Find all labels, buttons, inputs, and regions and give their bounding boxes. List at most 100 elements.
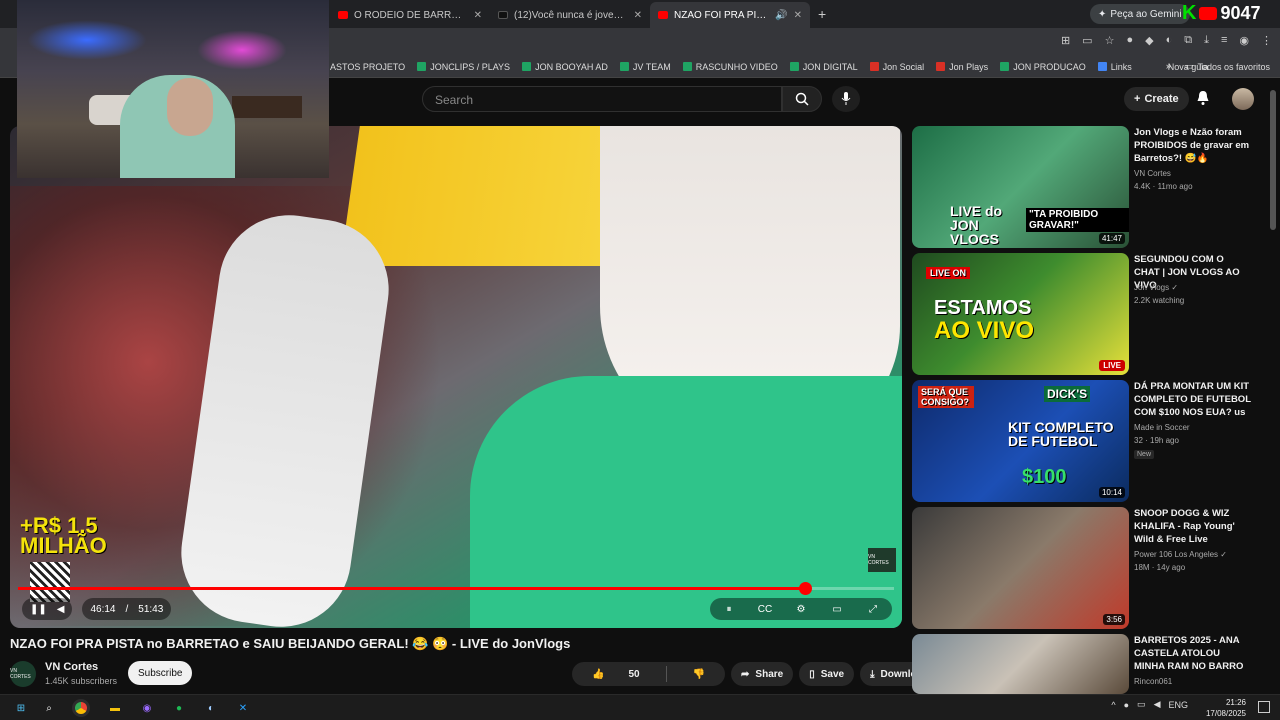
app-icon[interactable]: ◉	[138, 699, 156, 717]
video-thumbnail[interactable]: 3:56	[912, 507, 1129, 629]
recommendation-channel[interactable]: Jon Vlogs ✓	[1134, 283, 1178, 292]
translate-icon[interactable]: ⊞	[1061, 34, 1070, 47]
bookmark-item[interactable]: Jon Plays	[936, 62, 988, 72]
recommendation-channel[interactable]: Power 106 Los Angeles ✓	[1134, 550, 1227, 559]
settings-gear-icon[interactable]: ⚙	[790, 599, 812, 619]
bookmark-item[interactable]: Jon Social	[869, 62, 924, 72]
tab-rodeio[interactable]: O RODEIO DE BARRETOS COM ✕	[330, 2, 490, 28]
volume-icon[interactable]: ◀	[57, 604, 65, 615]
search-button[interactable]	[782, 86, 822, 112]
video-thumbnail[interactable]: LIVE ON ESTAMOS AO VIVO LIVE	[912, 253, 1129, 375]
channel-watermark[interactable]: VN CORTES	[868, 548, 896, 572]
download-icon[interactable]: ⤓	[1204, 34, 1209, 47]
new-tab-button[interactable]: +	[818, 6, 826, 22]
steam-icon[interactable]: ◐	[202, 699, 220, 717]
recommendation-title[interactable]: Jon Vlogs e Nzão foram PROIBIDOS de grav…	[1134, 126, 1252, 165]
recommendation-channel[interactable]: Made in Soccer	[1134, 423, 1190, 432]
bookmark-item[interactable]: JON BOOYAH AD	[522, 62, 608, 72]
profile-icon[interactable]: ◉	[1239, 34, 1249, 47]
video-player[interactable]: +R$ 1.5 MILHÃO VN CORTES ❚❚ ◀ 46:14 / 51…	[10, 126, 902, 628]
close-tab-icon[interactable]: ✕	[634, 10, 642, 21]
app-icon[interactable]: ✕	[234, 699, 252, 717]
close-tab-icon[interactable]: ✕	[474, 10, 482, 21]
recommendation-channel[interactable]: Rincon061	[1134, 677, 1172, 686]
recommendation-meta: 4.4K · 11mo ago	[1134, 182, 1193, 191]
bookmarks-more-button[interactable]: »	[1166, 61, 1171, 72]
recommendation-channel[interactable]: VN Cortes	[1134, 169, 1171, 178]
video-thumbnail[interactable]: LIVE do JON VLOGS "TA PROIBIDO GRAVAR!" …	[912, 126, 1129, 248]
tab-search-icon[interactable]: ≡	[1221, 34, 1227, 47]
bookmark-item[interactable]: JON PRODUCAO	[1000, 62, 1086, 72]
bookmark-item[interactable]: JON DIGITAL	[789, 62, 858, 72]
mic-icon[interactable]: ●	[1124, 700, 1129, 710]
extension-icon[interactable]: ●	[1126, 34, 1133, 47]
network-icon[interactable]: ▭	[1137, 699, 1146, 710]
menu-icon[interactable]: ⋮	[1261, 34, 1272, 47]
pause-icon[interactable]: ❚❚	[30, 604, 47, 615]
webcam-scene	[27, 20, 147, 60]
recommendation-item[interactable]: LIVE do JON VLOGS "TA PROIBIDO GRAVAR!" …	[912, 126, 1262, 248]
recommendation-title[interactable]: BARRETOS 2025 - ANA CASTELA ATOLOU MINHA…	[1134, 634, 1252, 673]
bookmark-item[interactable]: ASTOS PROJETO	[330, 62, 405, 72]
autoplay-toggle-icon[interactable]: ⏸	[718, 599, 740, 619]
account-avatar[interactable]	[1232, 88, 1254, 110]
file-explorer-icon[interactable]: ▬	[106, 699, 124, 717]
windows-start-icon[interactable]: ⊞	[12, 699, 30, 717]
voice-search-button[interactable]	[832, 86, 860, 112]
clock[interactable]: 21:26 17/08/2025	[1206, 697, 1246, 719]
bookmark-item[interactable]: JV TEAM	[619, 62, 671, 72]
recommendation-item[interactable]: 3:56 SNOOP DOGG & WIZ KHALIFA - Rap Youn…	[912, 507, 1262, 629]
recommendation-item[interactable]: BARRETOS 2025 - ANA CASTELA ATOLOU MINHA…	[912, 634, 1262, 694]
notifications-button[interactable]	[1196, 90, 1210, 111]
channel-name[interactable]: VN Cortes	[45, 661, 98, 673]
chrome-icon[interactable]	[72, 699, 90, 717]
bookmark-label: JONCLIPS / PLAYS	[430, 61, 511, 72]
search-icon[interactable]: ⌕	[40, 699, 58, 717]
recommendation-item[interactable]: SERÁ QUE CONSIGO? DICK'S KIT COMPLETO DE…	[912, 380, 1262, 502]
tab-nzao[interactable]: NZAO FOI PRA PISTA NO BA 🔊 ✕	[650, 2, 810, 28]
save-button[interactable]: ▯ Save	[799, 662, 855, 686]
video-thumbnail[interactable]	[912, 634, 1129, 694]
recommendation-title[interactable]: DÁ PRA MONTAR UM KIT COMPLETO DE FUTEBOL…	[1134, 380, 1252, 419]
notification-center-icon[interactable]	[1258, 701, 1270, 713]
scrubber-handle[interactable]	[799, 582, 812, 595]
cast-icon[interactable]: ▭	[1082, 34, 1092, 47]
bookmark-item[interactable]: JONCLIPS / PLAYS	[417, 62, 510, 72]
qr-code-image	[30, 562, 70, 602]
bookmark-star-icon[interactable]: ☆	[1105, 34, 1115, 47]
share-label: Share	[755, 668, 784, 680]
channel-avatar[interactable]: VN CORTES	[10, 661, 36, 687]
captions-icon[interactable]: CC	[754, 599, 776, 619]
bookmark-item[interactable]: RASCUNHO VIDEO	[682, 62, 778, 72]
video-thumbnail[interactable]: SERÁ QUE CONSIGO? DICK'S KIT COMPLETO DE…	[912, 380, 1129, 502]
like-button[interactable]: 👍 50	[572, 662, 660, 686]
extension-icon[interactable]: ◐	[1166, 34, 1173, 47]
chevron-up-icon[interactable]: ^	[1111, 700, 1115, 710]
fullscreen-icon[interactable]: ⤢	[862, 599, 884, 619]
speaker-icon[interactable]: ◀	[1154, 699, 1161, 710]
gemini-button[interactable]: ✦ Peça ao Gemini	[1090, 4, 1190, 24]
create-button[interactable]: + Create	[1124, 87, 1189, 111]
sheets-icon	[789, 62, 799, 71]
bookmark-item[interactable]: Links	[1097, 62, 1132, 72]
recommendation-item[interactable]: LIVE ON ESTAMOS AO VIVO LIVE SEGUNDOU CO…	[912, 253, 1262, 375]
progress-bar[interactable]	[18, 582, 894, 595]
dislike-button[interactable]: 👎	[673, 662, 725, 686]
theater-mode-icon[interactable]: ▭	[826, 599, 848, 619]
share-button[interactable]: ➦ Share	[731, 662, 794, 686]
page-scrollbar[interactable]	[1270, 90, 1276, 230]
bookmark-icon: ▯	[809, 668, 815, 680]
all-favorites-folder[interactable]: ▭ Todos os favoritos	[1185, 61, 1270, 72]
webcam-scene	[232, 96, 302, 118]
recommendation-title[interactable]: SNOOP DOGG & WIZ KHALIFA - Rap Young' Wi…	[1134, 507, 1252, 546]
thumbnail-caption: ESTAMOS	[934, 297, 1032, 319]
close-tab-icon[interactable]: ✕	[794, 10, 802, 21]
spotify-icon[interactable]: ●	[170, 699, 188, 717]
youtube-favicon-icon	[338, 11, 348, 19]
extension-icon[interactable]: ◆	[1145, 34, 1153, 47]
tab-tiktok[interactable]: (12)Você nunca é jovem demais ✕	[490, 2, 650, 28]
language-indicator[interactable]: ENG	[1168, 700, 1188, 710]
subscribe-button[interactable]: Subscribe	[128, 661, 193, 685]
puzzle-icon[interactable]: ⧉	[1184, 34, 1192, 47]
search-input[interactable]: Search	[422, 86, 782, 112]
